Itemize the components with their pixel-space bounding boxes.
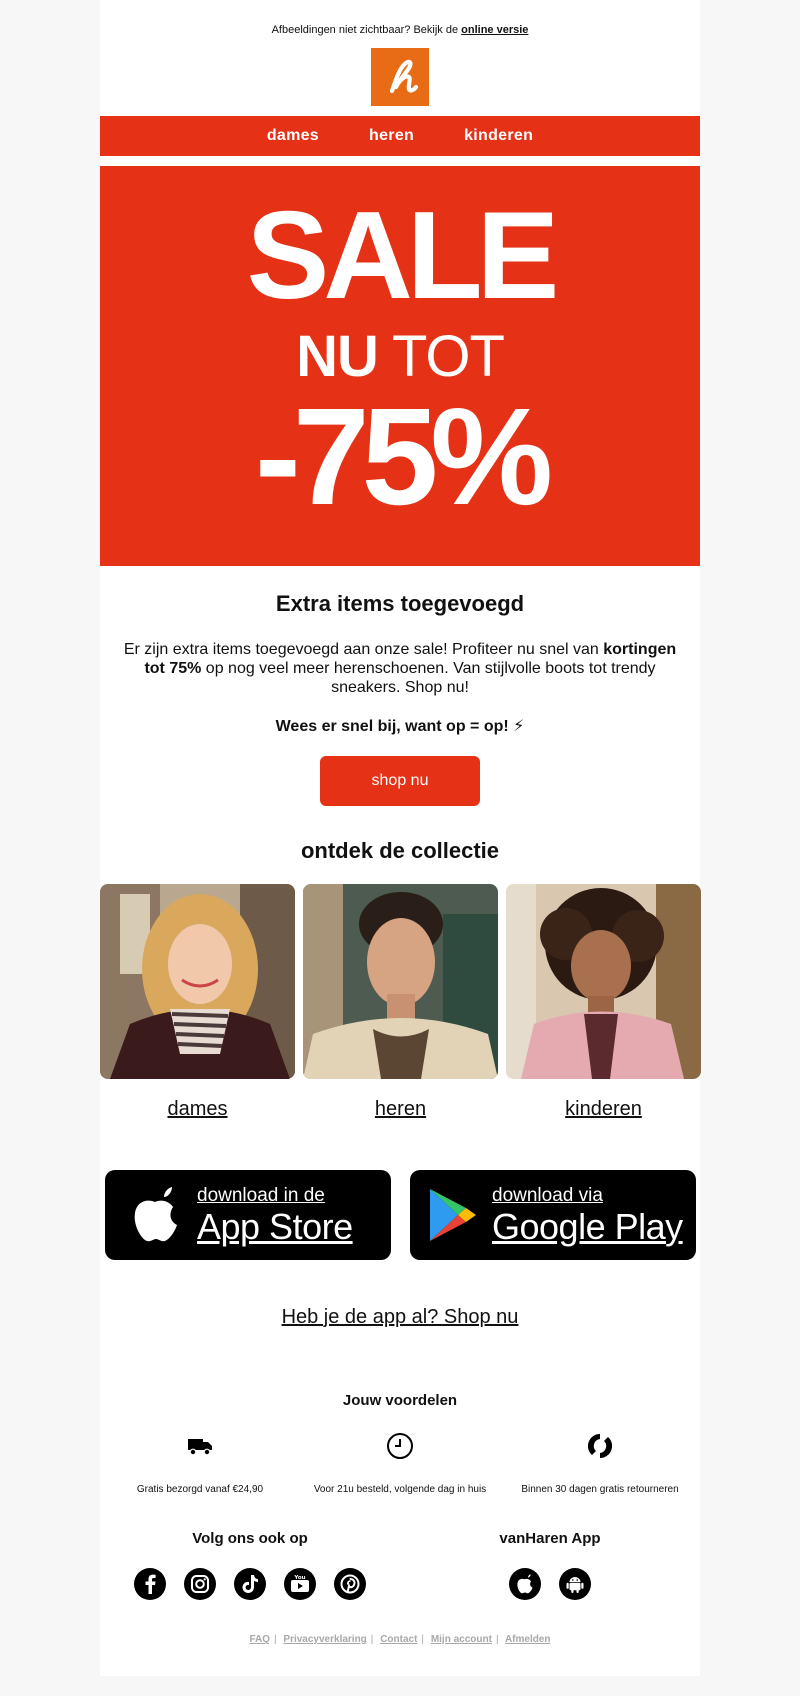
tile-label-kinderen[interactable]: kinderen	[506, 1098, 701, 1121]
footer-separator: |	[495, 1634, 499, 1645]
nav-item-kinderen[interactable]: kinderen	[464, 127, 533, 145]
benefit-next-day: Voor 21u besteld, volgende dag in huis	[300, 1432, 500, 1495]
footer-link-contact[interactable]: Contact	[380, 1634, 417, 1645]
preheader-text: Afbeeldingen niet zichtbaar? Bekijk de	[271, 24, 459, 36]
instagram-icon[interactable]	[184, 1568, 216, 1600]
app-shop-link[interactable]: Heb je de app al? Shop nu	[100, 1306, 700, 1329]
app-store-big-text: App Store	[197, 1205, 353, 1247]
truck-icon	[100, 1432, 300, 1460]
benefit-text: Voor 21u besteld, volgende dag in huis	[313, 1484, 487, 1495]
girl-pink-jacket-image	[506, 884, 701, 1079]
tile-label-dames[interactable]: dames	[100, 1098, 295, 1121]
svg-text:You: You	[293, 1575, 305, 1581]
nav-item-dames[interactable]: dames	[267, 127, 319, 145]
brand-logo[interactable]	[371, 48, 429, 106]
collection-tile-kinderen[interactable]	[506, 884, 701, 1079]
footer-separator: |	[421, 1634, 425, 1645]
benefit-free-delivery: Gratis bezorgd vanaf €24,90	[100, 1432, 300, 1495]
apple-logo-icon	[134, 1187, 177, 1242]
woman-with-scarf-image	[100, 884, 295, 1079]
intro-paragraph: Er zijn extra items toegevoegd aan onze …	[115, 640, 685, 697]
man-portrait-image	[303, 884, 498, 1079]
tile-label-heren[interactable]: heren	[303, 1098, 498, 1121]
hero-nu-tot: NU TOT	[100, 328, 700, 386]
footer-link-unsubscribe[interactable]: Afmelden	[505, 1634, 551, 1645]
footer-links: FAQ | Privacyverklaring | Contact | Mijn ac…	[100, 1634, 700, 1645]
google-play-small-text: download via	[492, 1184, 603, 1206]
google-play-logo-icon	[430, 1189, 476, 1241]
facebook-icon[interactable]	[134, 1568, 166, 1600]
benefit-text: Binnen 30 dagen gratis retourneren	[521, 1484, 679, 1495]
android-icon[interactable]	[559, 1568, 591, 1600]
intro-text-a: Er zijn extra items toegevoegd aan onze …	[123, 641, 599, 658]
sale-hero-banner[interactable]: SALE NU TOT -75%	[100, 166, 700, 566]
preheader: Afbeeldingen niet zichtbaar? Bekijk de o…	[100, 24, 700, 36]
hero-sale-text: SALE	[246, 187, 560, 325]
apple-icon[interactable]	[509, 1568, 541, 1600]
youtube-icon[interactable]: You	[284, 1568, 316, 1600]
footer-separator: |	[370, 1634, 374, 1645]
app-store-small-text: download in de	[197, 1184, 325, 1206]
benefits-title: Jouw voordelen	[342, 1392, 458, 1409]
nav-item-heren[interactable]: heren	[369, 127, 414, 145]
social-title: Volg ons ook op	[192, 1530, 308, 1547]
google-play-button[interactable]: download via Google Play	[410, 1170, 696, 1260]
collection-tile-heren[interactable]	[303, 884, 498, 1079]
benefit-text: Gratis bezorgd vanaf €24,90	[136, 1484, 264, 1495]
return-icon	[500, 1432, 700, 1460]
collection-title: ontdek de collectie	[300, 838, 500, 863]
main-nav: dames heren kinderen	[100, 116, 700, 156]
logo-h-glyph	[389, 59, 419, 94]
shop-now-button[interactable]: shop nu	[320, 756, 480, 806]
intro-title: Extra items toegevoegd	[275, 591, 525, 616]
clock-icon	[300, 1432, 500, 1460]
footer-link-faq[interactable]: FAQ	[249, 1634, 270, 1645]
pinterest-icon[interactable]	[334, 1568, 366, 1600]
collection-tile-dames[interactable]	[100, 884, 295, 1079]
email-body: Afbeeldingen niet zichtbaar? Bekijk de o…	[100, 0, 701, 1676]
google-play-big-text: Google Play	[492, 1205, 683, 1247]
footer-link-account[interactable]: Mijn account	[431, 1634, 492, 1645]
tiktok-icon[interactable]	[234, 1568, 266, 1600]
intro-text-b: op nog veel meer herenschoenen. Van stij…	[205, 660, 656, 696]
benefit-free-returns: Binnen 30 dagen gratis retourneren	[500, 1432, 700, 1495]
online-version-link[interactable]: online versie	[461, 24, 528, 36]
app-title: vanHaren App	[499, 1530, 601, 1547]
app-store-button[interactable]: download in de App Store	[105, 1170, 391, 1260]
hurry-text: Wees er snel bij, want op = op! ⚡	[275, 718, 525, 735]
footer-link-privacy[interactable]: Privacyverklaring	[283, 1634, 366, 1645]
footer-separator: |	[274, 1634, 277, 1645]
hero-percentage: -75%	[254, 380, 553, 534]
